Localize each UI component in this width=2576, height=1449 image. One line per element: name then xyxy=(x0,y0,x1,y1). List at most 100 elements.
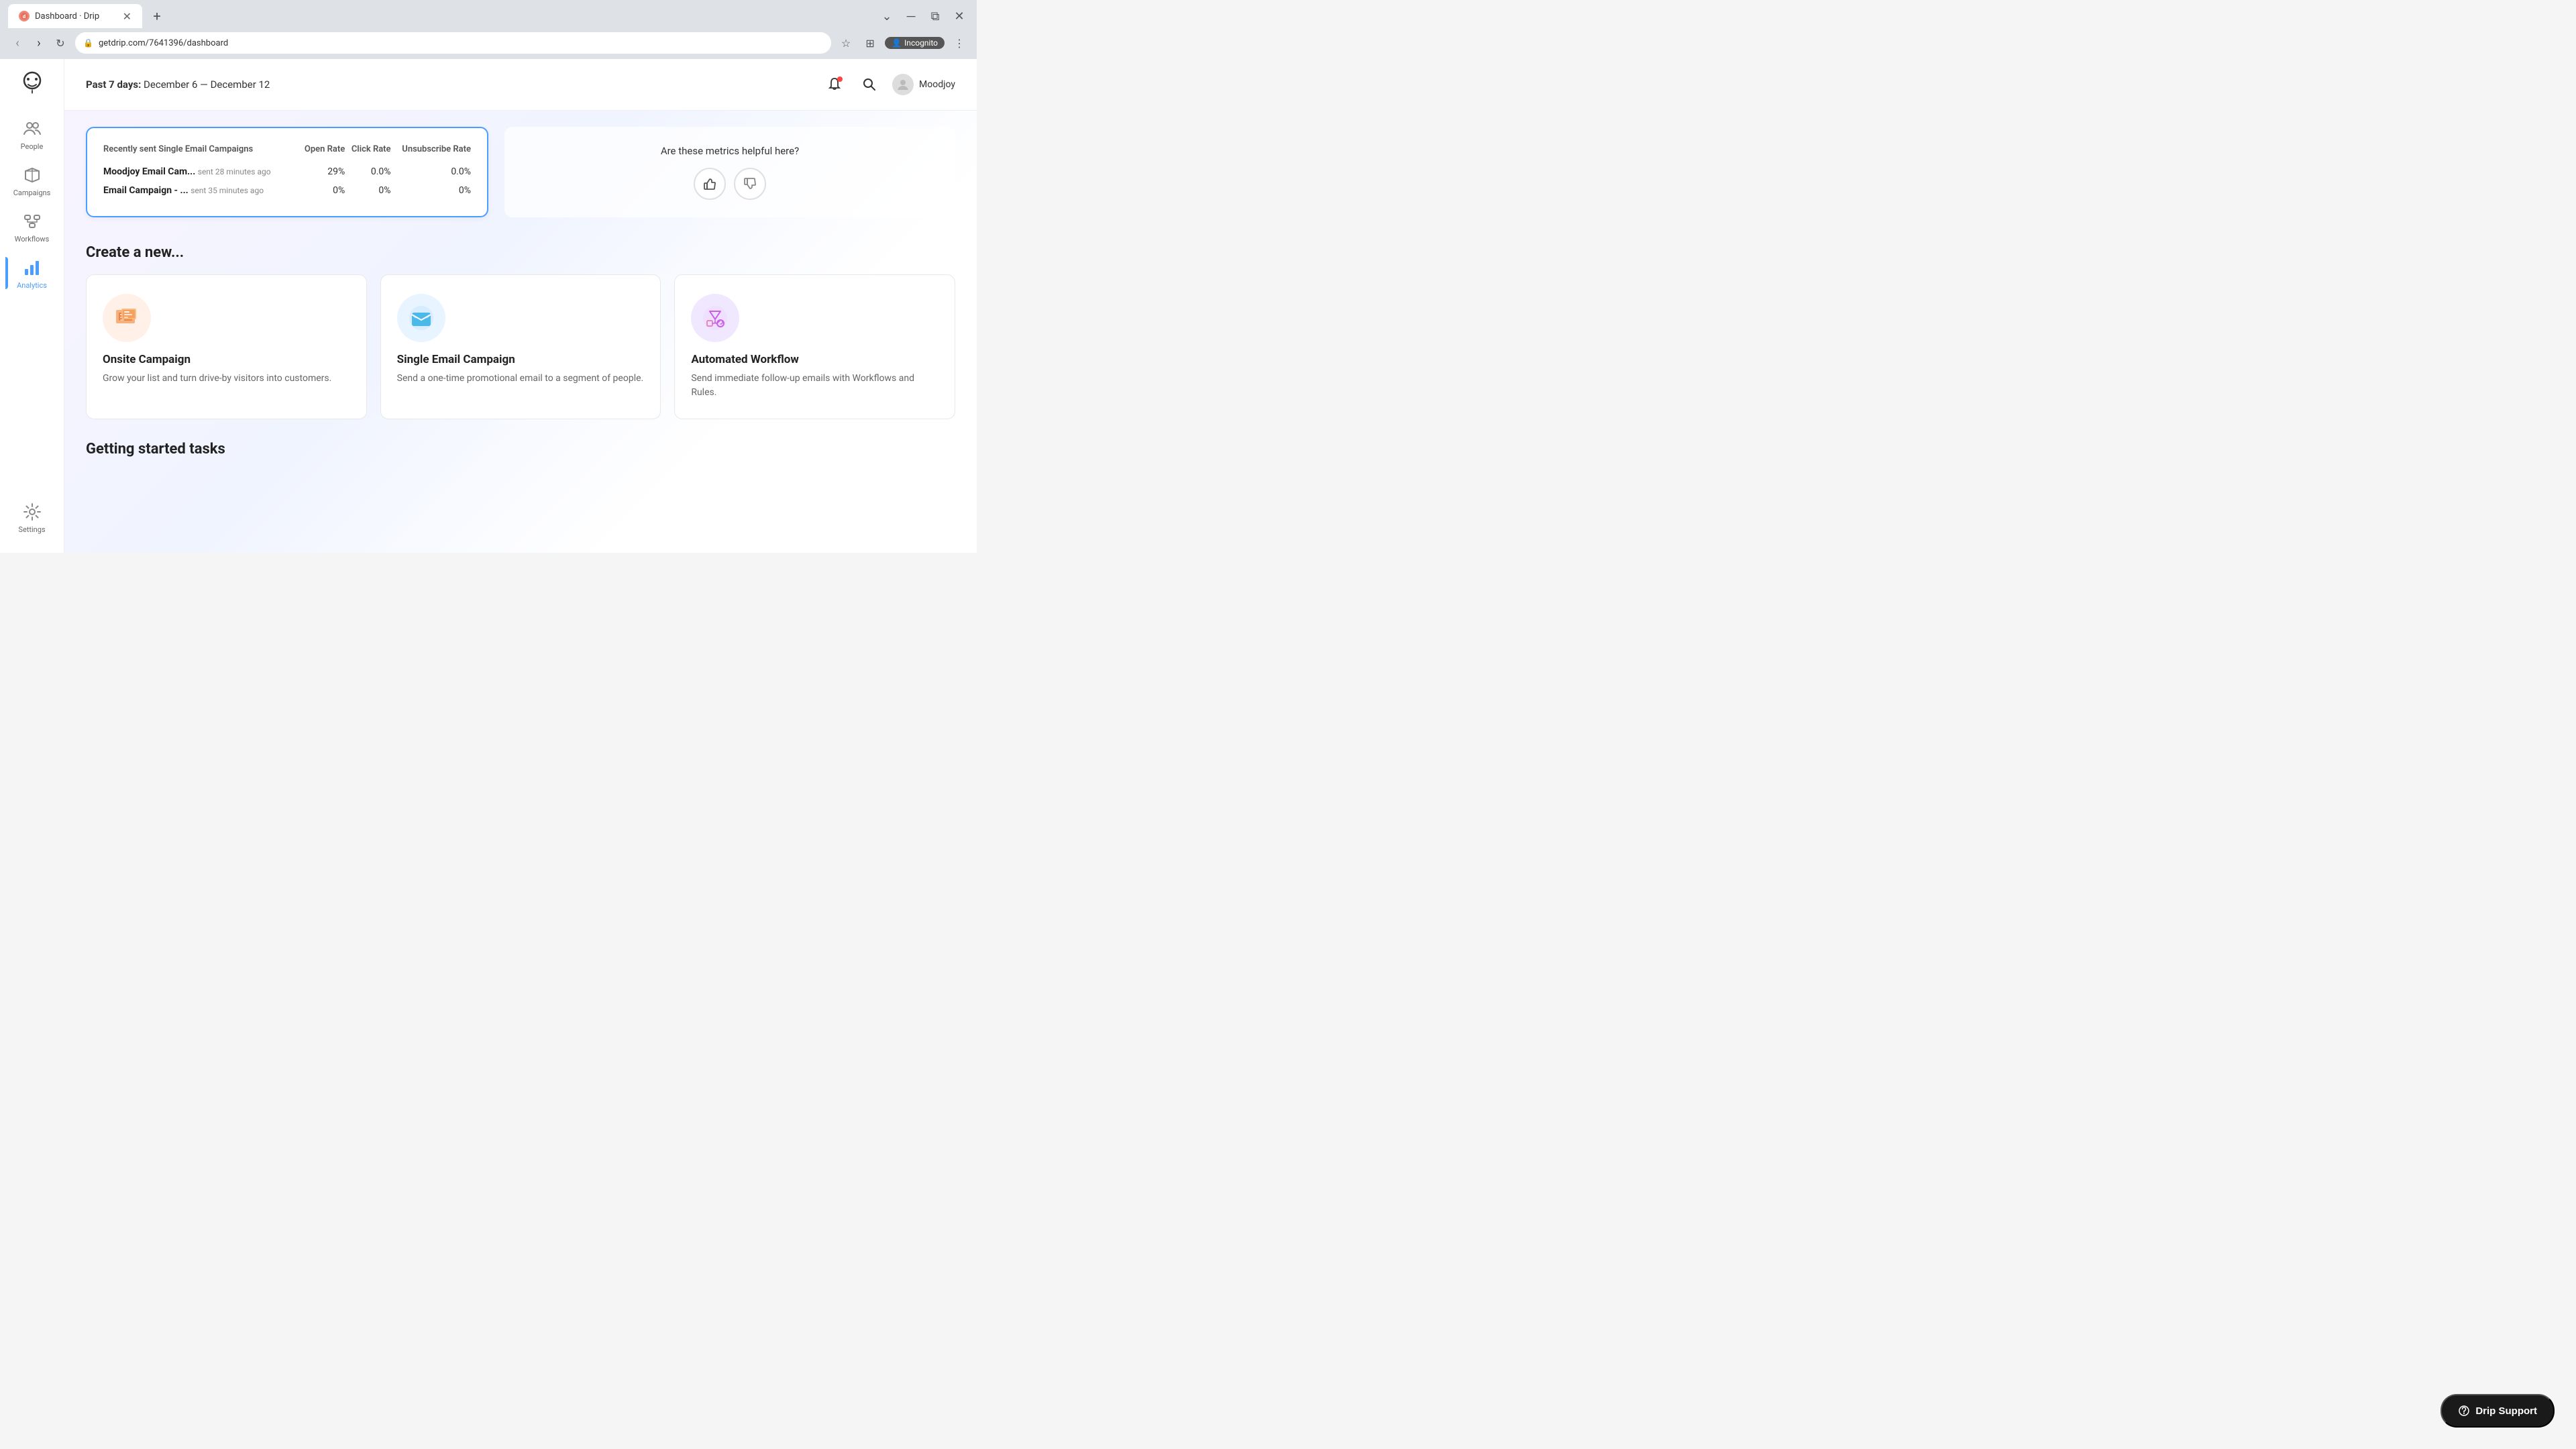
content-area: Recently sent Single Email Campaigns Ope… xyxy=(64,111,977,553)
table-row[interactable]: Moodjoy Email Cam... sent 28 minutes ago… xyxy=(103,162,471,181)
svg-text:d: d xyxy=(23,13,25,19)
url-text: getdrip.com/7641396/dashboard xyxy=(99,38,228,48)
sidebar-workflows-label: Workflows xyxy=(15,235,50,244)
drip-logo-icon xyxy=(19,70,46,97)
tab-favicon: d xyxy=(19,11,30,21)
search-button[interactable] xyxy=(857,72,881,97)
sidebar-campaigns-label: Campaigns xyxy=(13,189,51,197)
sidebar-item-workflows[interactable]: Workflows xyxy=(5,205,59,249)
feedback-card: Are these metrics helpful here? xyxy=(504,127,955,217)
create-card-email[interactable]: Single Email Campaign Send a one-time pr… xyxy=(380,274,661,419)
create-section: Create a new... xyxy=(86,244,955,419)
header-actions: Moodjoy xyxy=(822,72,955,97)
click-rate-2: 0% xyxy=(345,181,390,200)
workflow-card-desc: Send immediate follow-up emails with Wor… xyxy=(691,372,938,400)
extension-button[interactable]: ⊞ xyxy=(861,34,879,52)
notifications-button[interactable] xyxy=(822,72,847,97)
workflow-card-title: Automated Workflow xyxy=(691,353,938,366)
getting-started-section: Getting started tasks xyxy=(86,441,955,458)
address-bar[interactable]: 🔒 getdrip.com/7641396/dashboard xyxy=(75,32,831,54)
incognito-icon: 👤 xyxy=(892,38,902,48)
feedback-buttons xyxy=(694,168,766,200)
email-card-title: Single Email Campaign xyxy=(397,353,645,366)
window-controls: ⌄ ─ ⧉ ✕ xyxy=(877,7,969,25)
campaign-time-2: sent 35 minutes ago xyxy=(191,186,264,195)
thumbs-down-icon xyxy=(743,176,757,191)
click-rate-header: Click Rate xyxy=(345,144,390,162)
sidebar: People Campaigns xyxy=(0,59,64,553)
back-button[interactable]: ‹ xyxy=(8,34,27,52)
tab-close-button[interactable]: ✕ xyxy=(123,10,131,23)
tab-title: Dashboard · Drip xyxy=(35,11,99,21)
thumbs-down-button[interactable] xyxy=(734,168,766,200)
date-range-prefix: Past 7 days: xyxy=(86,78,141,91)
thumbs-up-button[interactable] xyxy=(694,168,726,200)
date-range-value: December 6 — December 12 xyxy=(144,78,270,91)
minimize-button[interactable]: ─ xyxy=(902,7,920,25)
feedback-question: Are these metrics helpful here? xyxy=(661,145,799,157)
settings-icon xyxy=(21,501,43,523)
user-menu[interactable]: Moodjoy xyxy=(892,74,955,95)
workflows-icon xyxy=(21,211,43,232)
sidebar-item-campaigns[interactable]: Campaigns xyxy=(5,159,59,203)
campaigns-section: Recently sent Single Email Campaigns Ope… xyxy=(86,127,955,217)
create-title: Create a new... xyxy=(86,244,955,261)
create-card-onsite[interactable]: Onsite Campaign Grow your list and turn … xyxy=(86,274,367,419)
unsubscribe-rate-1: 0.0% xyxy=(391,162,471,181)
analytics-icon xyxy=(21,257,43,278)
campaigns-table: Recently sent Single Email Campaigns Ope… xyxy=(103,144,471,200)
date-range: Past 7 days: December 6 — December 12 xyxy=(86,78,270,91)
new-tab-button[interactable]: + xyxy=(148,7,166,25)
unsubscribe-rate-2: 0% xyxy=(391,181,471,200)
tab-list-button[interactable]: ⌄ xyxy=(877,7,896,25)
restore-button[interactable]: ⧉ xyxy=(926,7,945,25)
browser-chrome: d Dashboard · Drip ✕ + ⌄ ─ ⧉ ✕ xyxy=(0,0,977,32)
campaign-time-1: sent 28 minutes ago xyxy=(198,167,271,176)
incognito-label: Incognito xyxy=(904,38,938,48)
sidebar-item-people[interactable]: People xyxy=(5,113,59,156)
unsubscribe-rate-header: Unsubscribe Rate xyxy=(391,144,471,162)
open-rate-1: 29% xyxy=(298,162,345,181)
refresh-button[interactable]: ↻ xyxy=(51,34,70,52)
navigation-arrows: ‹ › ↻ xyxy=(8,34,70,52)
onsite-campaign-icon xyxy=(103,294,151,342)
workflow-icon xyxy=(691,294,739,342)
campaigns-icon xyxy=(21,164,43,186)
sidebar-item-settings[interactable]: Settings xyxy=(5,496,59,539)
browser-tab[interactable]: d Dashboard · Drip ✕ xyxy=(8,4,142,28)
campaign-name-2: Email Campaign - ... xyxy=(103,185,189,196)
sidebar-people-label: People xyxy=(21,142,44,151)
user-name: Moodjoy xyxy=(919,79,955,90)
menu-button[interactable]: ⋮ xyxy=(950,34,969,52)
email-campaign-icon xyxy=(397,294,445,342)
getting-started-title: Getting started tasks xyxy=(86,441,955,458)
drip-support-button[interactable]: Drip Support xyxy=(2440,1394,2555,1428)
notification-dot xyxy=(837,76,843,82)
active-indicator xyxy=(5,257,8,289)
table-row[interactable]: Email Campaign - ... sent 35 minutes ago… xyxy=(103,181,471,200)
bookmark-button[interactable]: ☆ xyxy=(837,34,855,52)
onsite-card-title: Onsite Campaign xyxy=(103,353,350,366)
create-cards: Onsite Campaign Grow your list and turn … xyxy=(86,274,955,419)
address-bar-row: ‹ › ↻ 🔒 getdrip.com/7641396/dashboard ☆ … xyxy=(0,32,977,59)
forward-button[interactable]: › xyxy=(30,34,48,52)
campaigns-card: Recently sent Single Email Campaigns Ope… xyxy=(86,127,488,217)
create-card-workflow[interactable]: Automated Workflow Send immediate follow… xyxy=(674,274,955,419)
onsite-card-desc: Grow your list and turn drive-by visitor… xyxy=(103,372,350,386)
sidebar-logo[interactable] xyxy=(16,67,48,99)
email-card-desc: Send a one-time promotional email to a s… xyxy=(397,372,645,386)
close-window-button[interactable]: ✕ xyxy=(950,7,969,25)
open-rate-2: 0% xyxy=(298,181,345,200)
drip-support-label: Drip Support xyxy=(2475,1405,2537,1417)
incognito-badge[interactable]: 👤 Incognito xyxy=(885,37,945,49)
lock-icon: 🔒 xyxy=(83,38,93,48)
app-container: People Campaigns xyxy=(0,59,977,553)
sidebar-item-analytics[interactable]: Analytics xyxy=(5,252,59,295)
browser-actions: ☆ ⊞ 👤 Incognito ⋮ xyxy=(837,34,969,52)
click-rate-1: 0.0% xyxy=(345,162,390,181)
main-content: Past 7 days: December 6 — December 12 xyxy=(64,59,977,553)
user-avatar xyxy=(892,74,914,95)
campaign-name-1: Moodjoy Email Cam... xyxy=(103,166,195,177)
sidebar-analytics-label: Analytics xyxy=(17,281,47,290)
search-icon xyxy=(862,77,877,92)
